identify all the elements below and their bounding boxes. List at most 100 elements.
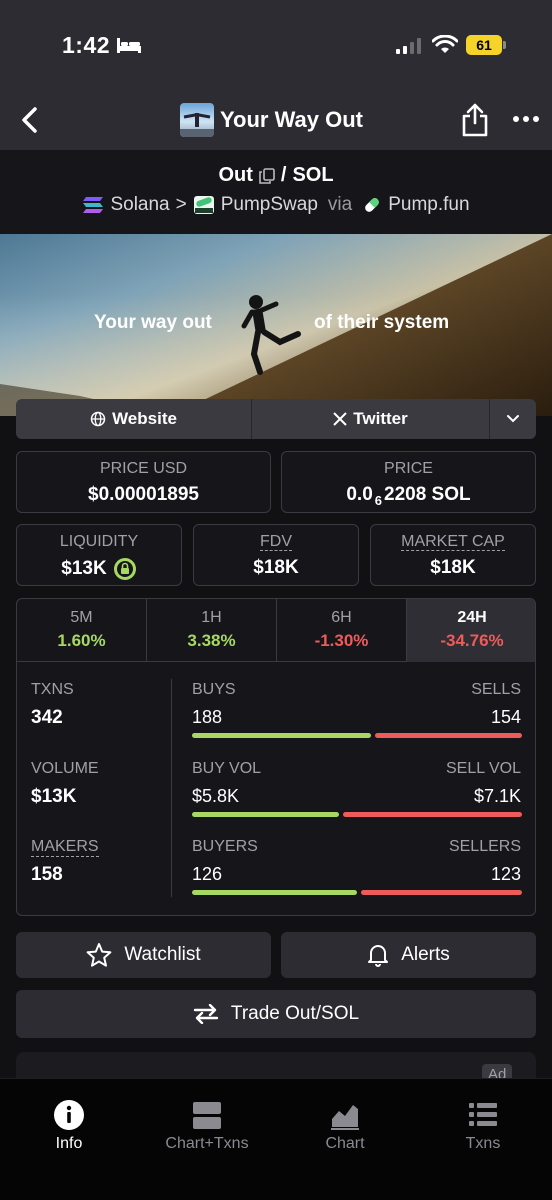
timeframe-tab-24h[interactable]: 24H -34.76% (407, 599, 535, 662)
chart-txns-icon (193, 1102, 221, 1129)
wifi-icon (432, 35, 458, 53)
trade-label: Trade Out/SOL (230, 1003, 360, 1024)
price-usd-label: PRICE USD (99, 460, 188, 477)
bed-icon (117, 38, 141, 53)
market-cap-label-text: MARKET CAP (401, 533, 505, 551)
timeframe-change: -34.76% (440, 631, 504, 650)
timeframe-change: 1.60% (57, 631, 106, 650)
timeframe-change: -1.30% (314, 631, 369, 650)
sellers-value: 123 (490, 864, 521, 884)
x-logo-icon (333, 412, 347, 426)
copy-icon[interactable] (259, 167, 275, 184)
market-cap-card: MARKET CAP $18K (370, 524, 536, 586)
status-bar: 1:42 61 (0, 0, 552, 90)
breadcrumb-chevron: > (175, 194, 187, 215)
token-avatar (180, 103, 214, 137)
price-usd-card: PRICE USD $0.00001895 (16, 451, 271, 513)
buyers-ratio-bar (192, 890, 357, 895)
buyers-value: 126 (192, 864, 223, 884)
list-icon (469, 1103, 497, 1126)
climber-figure (241, 295, 301, 375)
timeframe-tabs: 5M 1.60% 1H 3.38% 6H -1.30% 24H -34.76% (17, 599, 535, 662)
quote-token-symbol: SOL (292, 164, 334, 186)
chart-icon (331, 1105, 359, 1130)
price-native-value: 0.0 6 2208 SOL (282, 484, 535, 508)
page-title: Your Way Out (220, 107, 363, 132)
timeframe-tab-1h[interactable]: 1H 3.38% (147, 599, 277, 662)
info-icon (54, 1100, 84, 1130)
price-native-prefix: 0.0 (346, 484, 373, 505)
social-links-row: Website Twitter (16, 399, 536, 439)
launchpad-name[interactable]: Pump.fun (388, 194, 469, 216)
website-button[interactable]: Website (16, 399, 252, 439)
sellers-ratio-bar (361, 890, 522, 895)
chain-breadcrumb: Solana > PumpSwap via Pump.fun (0, 194, 552, 216)
timeframe-change: 3.38% (187, 631, 236, 650)
cellular-signal-icon (396, 38, 421, 54)
more-links-button[interactable] (490, 399, 536, 439)
alerts-button[interactable]: Alerts (281, 932, 536, 978)
liquidity-card: LIQUIDITY $13K (16, 524, 182, 586)
sellers-label: SELLERS (448, 838, 521, 855)
tab-chart-label: Chart (325, 1135, 365, 1152)
battery-tip (503, 41, 506, 49)
more-options-icon[interactable] (512, 112, 540, 126)
fdv-value: $18K (253, 557, 299, 578)
chain-name[interactable]: Solana (110, 194, 169, 216)
star-icon (86, 943, 112, 967)
trade-button[interactable]: Trade Out/SOL (16, 990, 536, 1038)
top-navigation-bar: Your Way Out (0, 90, 552, 150)
buys-label: BUYS (192, 681, 236, 698)
makers-value: 158 (31, 864, 63, 885)
timeframe-tab-6h[interactable]: 6H -1.30% (277, 599, 407, 662)
website-label: Website (112, 409, 177, 428)
watchlist-button[interactable]: Watchlist (16, 932, 271, 978)
liquidity-value-row: $13K (17, 557, 181, 581)
timeframe-tab-5m[interactable]: 5M 1.60% (17, 599, 147, 662)
volume-label: VOLUME (31, 760, 99, 777)
buy-volume-value: $5.8K (192, 786, 240, 806)
tab-chart-txns[interactable]: Chart+Txns (138, 1079, 276, 1169)
metrics-divider (171, 679, 172, 897)
price-native-zeros: 6 (374, 492, 383, 508)
tab-info[interactable]: Info (0, 1079, 138, 1169)
banner-text-right: of their system (314, 312, 450, 333)
back-chevron-icon[interactable] (16, 104, 44, 136)
sells-ratio-bar (375, 733, 522, 738)
status-time: 1:42 (62, 32, 111, 58)
lock-icon[interactable] (113, 557, 137, 581)
pair-separator: / (280, 164, 287, 186)
globe-icon (90, 411, 106, 427)
price-native-card: PRICE 0.0 6 2208 SOL (281, 451, 536, 513)
solana-icon (83, 197, 104, 213)
tab-chart[interactable]: Chart (276, 1079, 414, 1169)
watchlist-label: Watchlist (124, 944, 201, 965)
pill-icon (365, 198, 380, 212)
banner-text-left: Your way out (94, 312, 212, 333)
tab-info-label: Info (55, 1135, 83, 1152)
liquidity-value: $13K (61, 558, 107, 579)
fdv-label: FDV (194, 533, 358, 551)
sells-value: 154 (490, 707, 521, 727)
tab-txns[interactable]: Txns (414, 1079, 552, 1169)
token-title: Your Way Out (180, 102, 363, 138)
buys-ratio-bar (192, 733, 371, 738)
base-token-symbol: Out (218, 164, 253, 186)
twitter-label: Twitter (353, 409, 408, 428)
pair-name: Out / SOL (0, 164, 552, 187)
share-icon[interactable] (460, 102, 490, 138)
liquidity-label: LIQUIDITY (59, 533, 139, 550)
timeframe-label: 6H (331, 609, 352, 626)
transactions-panel: 5M 1.60% 1H 3.38% 6H -1.30% 24H -34.76% … (16, 598, 536, 916)
bell-icon (368, 945, 389, 967)
buyers-label: BUYERS (192, 838, 258, 855)
fdv-label-text: FDV (260, 533, 292, 551)
battery-indicator: 61 (466, 35, 502, 55)
timeframe-label: 5M (70, 609, 93, 626)
timeframe-label: 24H (457, 609, 487, 626)
twitter-button[interactable]: Twitter (252, 399, 490, 439)
dex-name[interactable]: PumpSwap (221, 194, 318, 216)
bottom-tab-bar: Info Chart+Txns Chart Txns (0, 1078, 552, 1200)
buy-volume-ratio-bar (192, 812, 339, 817)
sell-volume-label: SELL VOL (445, 760, 521, 777)
